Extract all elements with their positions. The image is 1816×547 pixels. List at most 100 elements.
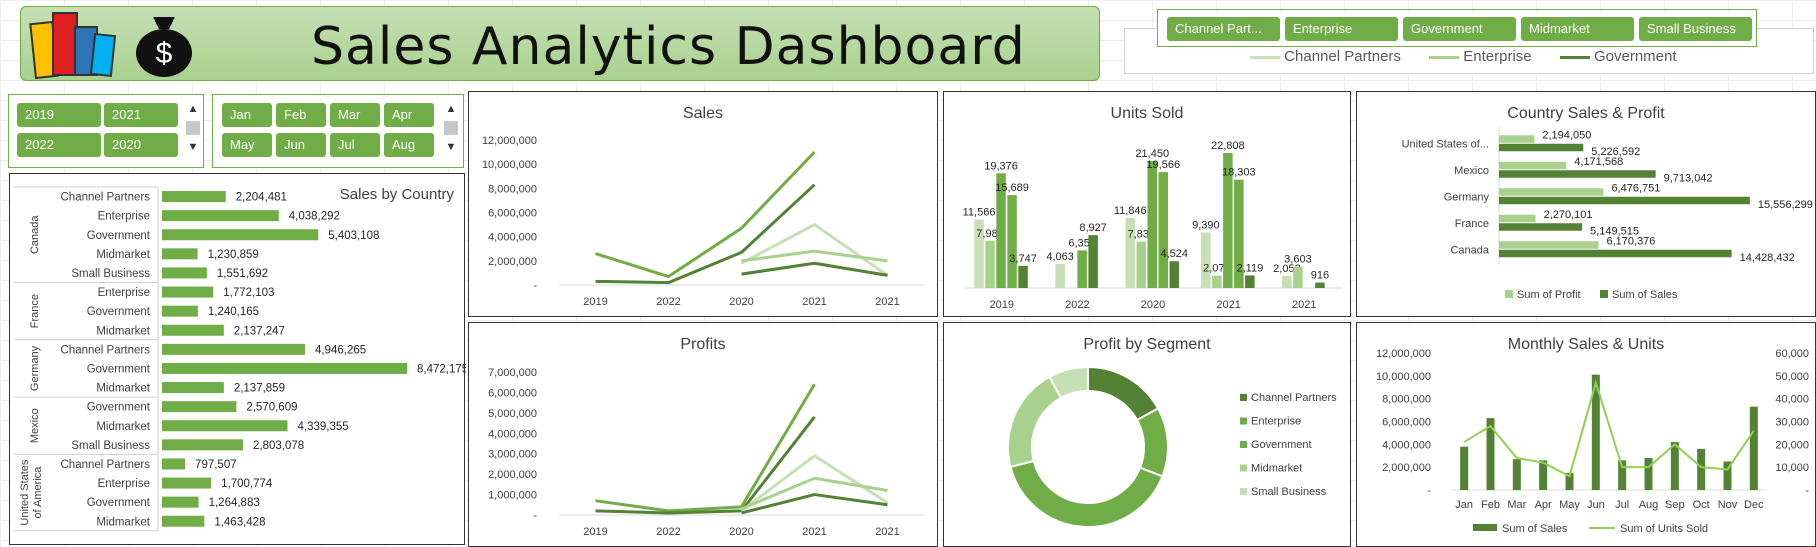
unit-bar bbox=[1212, 275, 1222, 288]
bar-data-label: 22,808 bbox=[1211, 140, 1245, 152]
y-tick-label: 5,000,000 bbox=[488, 408, 537, 420]
x-tick-label: 2020 bbox=[1141, 299, 1165, 311]
profit-by-segment-panel: Profit by Segment Channel Partners Enterp… bbox=[943, 322, 1351, 547]
country-label: Mexico bbox=[29, 408, 41, 443]
country-series-bar bbox=[1499, 170, 1656, 178]
bar-data-label: 19,566 bbox=[1146, 159, 1180, 171]
legend-label: Channel Partners bbox=[1251, 392, 1337, 404]
country-series-bar bbox=[1499, 223, 1583, 231]
y2-tick-label: 10,000 bbox=[1775, 462, 1809, 474]
country-label: France bbox=[29, 294, 41, 328]
y-tick-label: 8,000,000 bbox=[488, 183, 537, 195]
y-tick-label: 2,000,000 bbox=[488, 256, 537, 268]
category-label: Mexico bbox=[1454, 165, 1489, 177]
scroll-up-icon[interactable]: ▲ bbox=[443, 103, 459, 115]
year-2020-button[interactable]: 2020 bbox=[104, 133, 178, 157]
unit-bar bbox=[1315, 282, 1325, 288]
bar-data-label: 3,603 bbox=[1284, 254, 1312, 266]
row-label: Channel Partners bbox=[61, 459, 151, 471]
bar-value-label: 1,264,883 bbox=[209, 497, 260, 509]
month-jul-button[interactable]: Jul bbox=[330, 133, 380, 157]
country-series-bar bbox=[1499, 196, 1750, 205]
bar-data-label: 4,171,568 bbox=[1574, 156, 1623, 168]
bar-data-label: 4,063 bbox=[1046, 251, 1074, 263]
scroll-up-icon[interactable]: ▲ bbox=[185, 103, 201, 115]
unit-bar bbox=[1282, 275, 1292, 288]
row-label: Channel Partners bbox=[61, 344, 151, 356]
segment-midmarket-button[interactable]: Midmarket bbox=[1521, 17, 1634, 41]
monthly-sales-units-chart: 12,000,000 10,000,000 8,000,000 6,000,000 4,… bbox=[1376, 348, 1809, 535]
bar-value-label: 1,772,103 bbox=[223, 287, 274, 299]
month-aug-button[interactable]: Aug bbox=[384, 133, 434, 157]
year-2021-button[interactable]: 2021 bbox=[104, 103, 178, 127]
y-tick-label: 3,000,000 bbox=[488, 449, 537, 461]
year-2019-button[interactable]: 2019 bbox=[17, 103, 101, 127]
segment-enterprise-button[interactable]: Enterprise bbox=[1285, 17, 1398, 41]
donut-slice bbox=[1087, 365, 1160, 422]
country-label: United Statesof America bbox=[19, 459, 44, 526]
country-bar bbox=[162, 439, 244, 451]
x-tick-label: Apr bbox=[1535, 499, 1552, 511]
scroll-down-icon[interactable]: ▼ bbox=[443, 141, 459, 153]
monthly-sales-bar bbox=[1749, 406, 1758, 490]
country-series-bar bbox=[1499, 143, 1584, 152]
row-label: Enterprise bbox=[98, 287, 150, 299]
x-tick-label: 2020 bbox=[729, 526, 753, 538]
row-label: Government bbox=[87, 230, 151, 242]
month-apr-button[interactable]: Apr bbox=[384, 103, 434, 127]
sales-by-country-panel: Sales by Country Channel Partners 2,204,4… bbox=[9, 173, 466, 545]
sales-line-chart: 12,000,000 10,000,000 8,000,000 6,000,000 4,… bbox=[482, 135, 924, 308]
y-tick-label: - bbox=[1427, 485, 1431, 497]
row-label: Government bbox=[87, 497, 151, 509]
month-may-button[interactable]: May bbox=[222, 133, 272, 157]
segment-channel-partners-button[interactable]: Channel Part... bbox=[1167, 17, 1280, 41]
unit-bar bbox=[1007, 195, 1017, 288]
donut-slice bbox=[1007, 375, 1063, 469]
legend-swatch bbox=[1559, 55, 1590, 59]
x-tick-label: 2019 bbox=[990, 299, 1014, 311]
y-tick-label: 4,000,000 bbox=[1382, 439, 1431, 451]
legend-swatch bbox=[1505, 290, 1513, 298]
country-bar bbox=[162, 401, 237, 413]
month-jun-button[interactable]: Jun bbox=[276, 133, 326, 157]
units-sold-panel: Units Sold 11,566 7,981 19,376 15,689 3,747 2… bbox=[943, 91, 1351, 317]
country-bar bbox=[162, 496, 199, 508]
month-feb-button[interactable]: Feb bbox=[276, 103, 326, 127]
series-line bbox=[741, 493, 888, 515]
unit-bar bbox=[1245, 275, 1255, 288]
series-line bbox=[595, 416, 816, 515]
x-tick-label: 2021 bbox=[875, 526, 899, 538]
country-series-bar bbox=[1499, 214, 1536, 223]
segment-government-button[interactable]: Government bbox=[1403, 17, 1516, 41]
bar-data-label: 916 bbox=[1311, 270, 1329, 282]
country-bar bbox=[162, 420, 288, 432]
legend-label: Midmarket bbox=[1251, 463, 1302, 475]
y-tick-label: 10,000,000 bbox=[1376, 371, 1431, 383]
category-label: United States of... bbox=[1402, 138, 1489, 150]
y-tick-label: 8,000,000 bbox=[1382, 394, 1431, 406]
money-bag-icon: $ bbox=[136, 17, 192, 77]
row-label: Small Business bbox=[71, 268, 150, 280]
scroll-down-icon[interactable]: ▼ bbox=[185, 141, 201, 153]
month-jan-button[interactable]: Jan bbox=[222, 103, 272, 127]
row-label: Midmarket bbox=[96, 325, 150, 337]
row-label: Small Business bbox=[71, 440, 150, 452]
bar-data-label: 15,556,299 bbox=[1758, 199, 1813, 211]
year-2022-button[interactable]: 2022 bbox=[17, 133, 101, 157]
segment-small-business-button[interactable]: Small Business bbox=[1639, 17, 1752, 41]
svg-text:$: $ bbox=[156, 37, 173, 70]
bar-value-label: 1,230,859 bbox=[208, 249, 259, 261]
bar-data-label: 2,194,050 bbox=[1542, 129, 1591, 141]
x-tick-label: Feb bbox=[1481, 499, 1500, 511]
country-bar bbox=[162, 382, 224, 394]
unit-bar bbox=[1018, 265, 1028, 288]
bar-data-label: 8,927 bbox=[1079, 222, 1107, 234]
scrollbar-thumb[interactable] bbox=[186, 121, 200, 135]
month-mar-button[interactable]: Mar bbox=[330, 103, 380, 127]
bar-chart-logo-icon bbox=[29, 12, 117, 79]
scrollbar-thumb[interactable] bbox=[444, 121, 458, 135]
unit-bar bbox=[1158, 172, 1168, 288]
monthly-sales-bar bbox=[1460, 446, 1469, 490]
y-tick-label: 4,000,000 bbox=[488, 232, 537, 244]
row-label: Government bbox=[87, 402, 151, 414]
